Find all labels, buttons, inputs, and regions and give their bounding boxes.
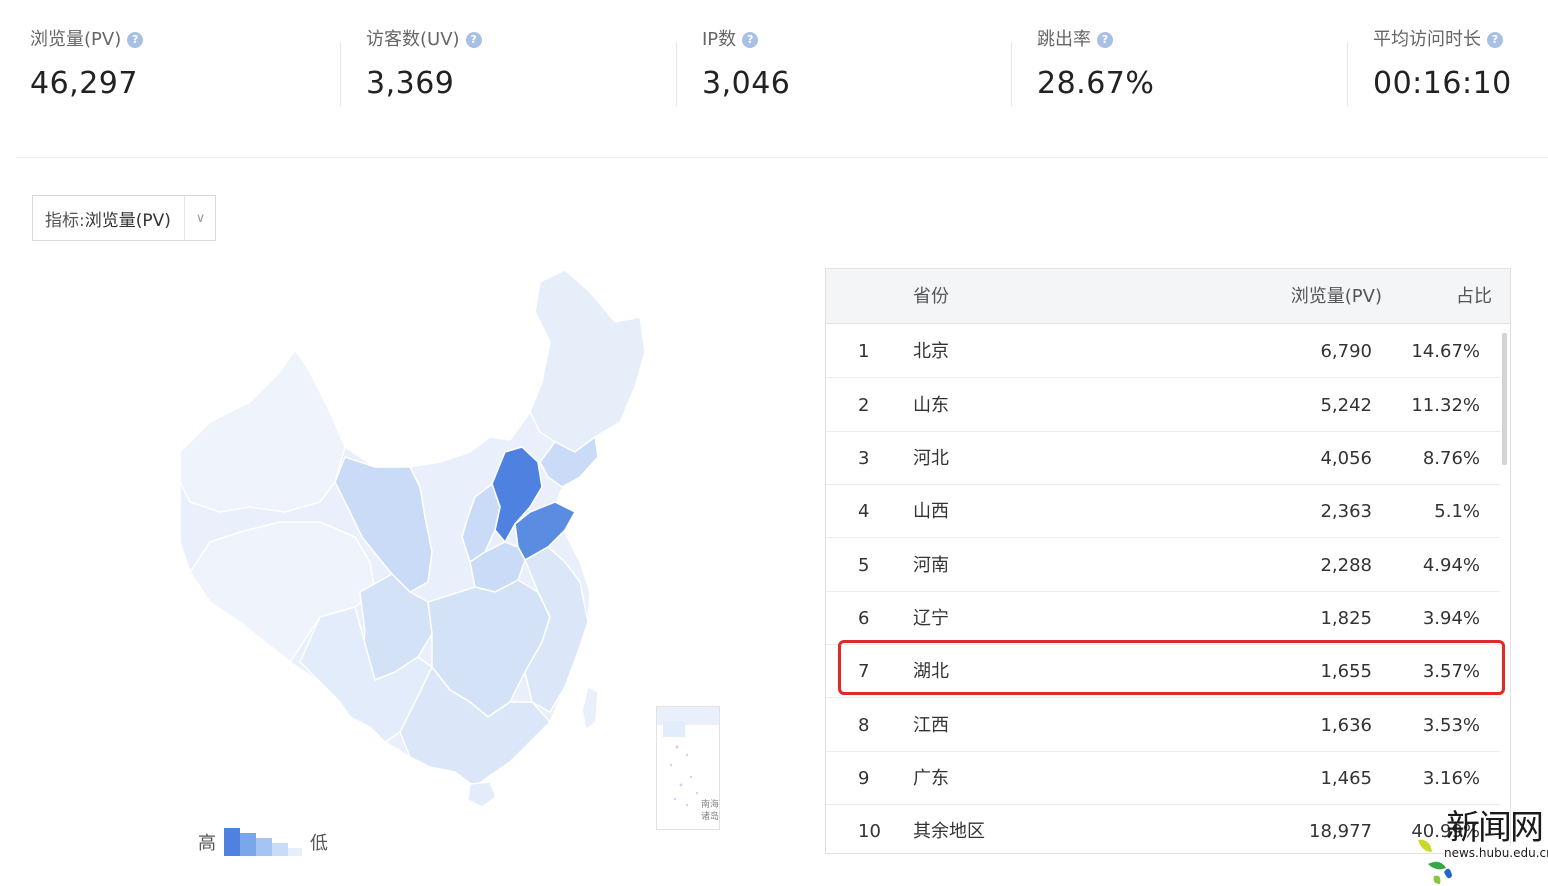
help-icon[interactable]: ? xyxy=(1097,32,1113,48)
table-row[interactable]: 1 北京 6,790 14.67% xyxy=(826,325,1500,378)
pv-cell: 1,636 xyxy=(1320,715,1372,736)
stat-label: 浏览量(PV) xyxy=(30,29,122,50)
help-icon[interactable]: ? xyxy=(1487,32,1503,48)
table-row[interactable]: 2 山东 5,242 11.32% xyxy=(826,379,1500,432)
watermark: 新闻网 news.hubu.edu.cn xyxy=(1414,808,1548,886)
map-legend: 高 低 xyxy=(198,826,328,858)
selector-value: 浏览量(PV) xyxy=(84,210,171,231)
help-icon[interactable]: ? xyxy=(127,32,144,48)
stat-label: 平均访问时长 xyxy=(1373,29,1481,50)
province-cell: 北京 xyxy=(913,341,949,362)
pv-cell: 1,465 xyxy=(1320,768,1372,789)
stat-label: IP数 xyxy=(702,29,737,50)
help-icon[interactable]: ? xyxy=(465,32,482,48)
map-region-northwest[interactable] xyxy=(179,349,346,513)
rank-cell: 10 xyxy=(858,821,881,842)
pv-cell: 18,977 xyxy=(1309,821,1372,842)
pv-cell: 5,242 xyxy=(1320,395,1372,416)
chevron-down-icon[interactable]: ∨ xyxy=(185,196,216,240)
pv-cell: 2,363 xyxy=(1320,501,1372,522)
stat-value: 46,297 xyxy=(30,66,138,101)
province-cell: 河南 xyxy=(913,555,949,576)
stat-value: 3,046 xyxy=(702,66,791,101)
pv-cell: 6,790 xyxy=(1320,341,1372,362)
china-province-map xyxy=(179,269,646,808)
column-header-pv[interactable]: 浏览量(PV) xyxy=(1291,269,1382,324)
column-header-share[interactable]: 占比 xyxy=(1456,269,1492,324)
pv-cell: 1,825 xyxy=(1320,608,1372,629)
selector-label: 指标: xyxy=(45,210,85,231)
column-header-province[interactable]: 省份 xyxy=(913,269,949,324)
table-row[interactable]: 6 辽宁 1,825 3.94% xyxy=(826,592,1500,645)
stats-bar: 浏览量(PV)? 46,297 访客数(UV)? 3,369 IP数? 3,04… xyxy=(16,0,1548,158)
table-row[interactable]: 9 广东 1,465 3.16% xyxy=(826,752,1500,805)
province-cell: 河北 xyxy=(913,448,949,469)
rank-cell: 4 xyxy=(858,501,870,522)
stat-label: 访客数(UV) xyxy=(366,29,460,50)
share-cell: 3.94% xyxy=(1422,608,1480,629)
help-icon[interactable]: ? xyxy=(742,32,759,48)
province-cell: 其余地区 xyxy=(913,821,985,842)
table-row[interactable]: 5 河南 2,288 4.94% xyxy=(826,539,1500,592)
stat-value: 00:16:10 xyxy=(1373,66,1512,101)
rank-cell: 8 xyxy=(858,715,870,736)
share-cell: 8.76% xyxy=(1422,448,1480,469)
rank-cell: 3 xyxy=(858,448,870,469)
stat-pv: 浏览量(PV)? 46,297 xyxy=(30,26,144,106)
scrollbar-thumb[interactable] xyxy=(1502,333,1507,465)
share-cell: 3.53% xyxy=(1422,715,1480,736)
rank-cell: 2 xyxy=(858,395,870,416)
stat-label: 跳出率 xyxy=(1037,29,1091,50)
province-cell: 江西 xyxy=(913,715,949,736)
watermark-url: news.hubu.edu.cn xyxy=(1444,846,1548,860)
stat-ip: IP数? 3,046 xyxy=(702,26,790,106)
stat-avg-duration: 平均访问时长? 00:16:10 xyxy=(1373,26,1512,106)
table-row[interactable]: 10 其余地区 18,977 40.99% xyxy=(826,805,1500,853)
metric-selector[interactable]: 指标: 浏览量(PV) ∨ xyxy=(32,195,216,241)
province-cell: 山西 xyxy=(913,501,949,522)
share-cell: 11.32% xyxy=(1411,395,1480,416)
row-highlight-box xyxy=(838,640,1505,695)
rank-cell: 5 xyxy=(858,555,870,576)
share-cell: 5.1% xyxy=(1434,501,1480,522)
legend-low-label: 低 xyxy=(310,833,328,854)
stat-value: 3,369 xyxy=(366,66,455,101)
table-row[interactable]: 8 江西 1,636 3.53% xyxy=(826,699,1500,752)
stat-value: 28.67% xyxy=(1037,66,1155,101)
pv-cell: 4,056 xyxy=(1320,448,1372,469)
stat-bounce-rate: 跳出率? 28.67% xyxy=(1037,26,1154,106)
rank-cell: 1 xyxy=(858,341,870,362)
legend-gradient-bar[interactable] xyxy=(224,828,302,856)
watermark-logo: 新闻网 xyxy=(1446,808,1544,848)
province-table: 省份 浏览量(PV) 占比 1 北京 6,790 14.67% 2 山东 5,2… xyxy=(825,268,1511,854)
province-cell: 广东 xyxy=(913,768,949,789)
divider xyxy=(1347,42,1348,106)
province-cell: 山东 xyxy=(913,395,949,416)
table-row[interactable]: 4 山西 2,363 5.1% xyxy=(826,485,1500,538)
pv-cell: 2,288 xyxy=(1320,555,1372,576)
rank-cell: 6 xyxy=(858,608,870,629)
table-header: 省份 浏览量(PV) 占比 xyxy=(826,269,1510,324)
map-region-hainan[interactable] xyxy=(467,781,497,808)
province-cell: 辽宁 xyxy=(913,608,949,629)
south-china-sea-inset: 南海诸岛 xyxy=(656,706,720,830)
rank-cell: 9 xyxy=(858,768,870,789)
share-cell: 3.16% xyxy=(1422,768,1480,789)
share-cell: 4.94% xyxy=(1422,555,1480,576)
share-cell: 14.67% xyxy=(1411,341,1480,362)
map-region-taiwan[interactable] xyxy=(581,686,599,731)
legend-high-label: 高 xyxy=(198,833,216,854)
divider xyxy=(340,42,341,106)
table-row[interactable]: 3 河北 4,056 8.76% xyxy=(826,432,1500,485)
inset-label: 南海诸岛 xyxy=(701,800,720,822)
map-region-northeast[interactable] xyxy=(529,269,646,453)
divider xyxy=(676,42,677,106)
stat-uv: 访客数(UV)? 3,369 xyxy=(366,26,482,106)
divider xyxy=(1011,42,1012,106)
